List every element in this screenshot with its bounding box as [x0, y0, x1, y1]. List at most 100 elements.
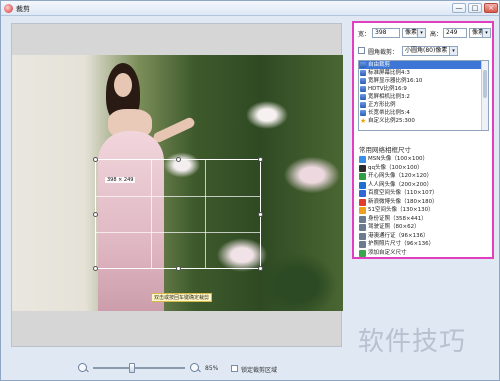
- app-icon: [4, 4, 13, 13]
- common-size-item[interactable]: 驾驶证照（80×62）: [359, 223, 489, 232]
- size-row: 宽： 398 像素 ▾ 高： 249 像素 ▾: [358, 28, 492, 40]
- ratio-item[interactable]: HDTV比例16:9: [359, 85, 488, 93]
- common-size-item[interactable]: 百度空间头像（110×107）: [359, 189, 489, 198]
- common-size-label: 人人网头像（200×200）: [368, 181, 433, 188]
- common-size-item[interactable]: 添加自定义尺寸: [359, 249, 489, 258]
- ratio-item[interactable]: 标准屏幕比例4:3: [359, 69, 488, 77]
- corner-radius-select[interactable]: 小圆角(80)像素 ▾: [402, 46, 458, 56]
- ratio-icon: [360, 110, 366, 116]
- common-size-item[interactable]: 港澳通行证（96×136）: [359, 232, 489, 241]
- chevron-down-icon: ▾: [417, 29, 425, 37]
- common-size-icon: [359, 156, 366, 163]
- round-corner-label: 圆角裁剪：: [368, 49, 399, 56]
- ratio-item[interactable]: 正方形比例: [359, 101, 488, 109]
- crop-settings-panel: 宽： 398 像素 ▾ 高： 249 像素 ▾ 圆角裁剪： 小圆角(80)像素 ▾ 自…: [352, 21, 494, 259]
- width-label: 宽：: [358, 31, 371, 38]
- common-size-item[interactable]: 51空间头像（130×130）: [359, 206, 489, 215]
- common-size-icon: [359, 215, 366, 223]
- common-size-icon: [359, 164, 366, 172]
- common-size-item[interactable]: 护照照片尺寸（96×136）: [359, 240, 489, 249]
- ratio-icon: [360, 102, 366, 108]
- common-size-label: MSN头像（100×100）: [368, 156, 428, 162]
- watermark: 软件技巧: [358, 327, 467, 357]
- ratio-item[interactable]: 长宽帚比比例5:4: [359, 109, 488, 117]
- width-unit-value: 像素: [405, 29, 418, 36]
- ratio-item[interactable]: ★ 自定义比例25:300: [359, 117, 488, 125]
- crop-grid-line: [150, 160, 152, 268]
- ratio-icon: [360, 62, 366, 68]
- common-size-item[interactable]: MSN头像（100×100）: [359, 155, 489, 164]
- ratio-item-label: 标准屏幕比例4:3: [368, 70, 410, 76]
- ratio-item[interactable]: 宽屏相机比例3:2: [359, 93, 488, 101]
- scrollbar-thumb[interactable]: [483, 70, 487, 98]
- common-size-item[interactable]: 新浪微博头像（180×180）: [359, 198, 489, 207]
- crop-window: 裁剪 — □ × 398 × 249 双击或按回车键确定裁剪 85% 锁定裁剪区…: [0, 0, 500, 381]
- height-input[interactable]: 249: [443, 28, 467, 38]
- crop-size-label: 398 × 249: [105, 177, 136, 183]
- common-size-item[interactable]: 开心网头像（120×120）: [359, 172, 489, 181]
- common-size-item[interactable]: 人人网头像（200×200）: [359, 181, 489, 190]
- ratio-list-scrollbar[interactable]: [481, 61, 488, 130]
- ratio-item-label: 宽屏显示器比例16:10: [368, 78, 423, 84]
- width-unit-select[interactable]: 像素 ▾: [402, 28, 426, 38]
- image-canvas[interactable]: 398 × 249 双击或按回车键确定裁剪: [11, 23, 343, 347]
- crop-grid-line: [205, 160, 207, 268]
- common-size-item[interactable]: 身份证照（358×441）: [359, 215, 489, 224]
- aspect-ratio-list[interactable]: 自由裁剪 标准屏幕比例4:3 宽屏显示器比例16:10 HDTV比例16:9 宽屏相机比…: [358, 60, 489, 131]
- common-size-icon: [359, 198, 366, 206]
- width-input[interactable]: 398: [372, 28, 400, 38]
- crop-grid-line: [96, 195, 260, 197]
- round-corner-checkbox[interactable]: [358, 47, 365, 54]
- zoom-slider[interactable]: [93, 363, 185, 373]
- ratio-icon: [360, 86, 366, 92]
- common-size-item[interactable]: qq头像（100×100）: [359, 164, 489, 173]
- zoom-bar: 85% 锁定裁剪区域: [78, 363, 298, 375]
- common-size-icon: [359, 224, 366, 231]
- crop-handle-bottom[interactable]: [176, 266, 181, 271]
- common-size-icon: [359, 190, 366, 197]
- common-size-icon: [359, 241, 366, 248]
- common-size-label: 百度空间头像（110×107）: [368, 190, 438, 196]
- crop-handle-top-left[interactable]: [93, 157, 98, 162]
- star-icon: ★: [360, 117, 367, 125]
- common-size-icon: [359, 181, 366, 189]
- close-button[interactable]: ×: [484, 3, 498, 13]
- crop-selection-box[interactable]: [93, 157, 263, 271]
- crop-handle-bottom-left[interactable]: [93, 266, 98, 271]
- crop-grid-line: [96, 231, 260, 233]
- minimize-button[interactable]: —: [452, 3, 466, 13]
- maximize-button[interactable]: □: [468, 3, 482, 13]
- ratio-item-label: HDTV比例16:9: [368, 86, 407, 92]
- crop-handle-left[interactable]: [93, 212, 98, 217]
- common-size-label: qq头像（100×100）: [368, 164, 423, 171]
- crop-handle-top-right[interactable]: [258, 157, 263, 162]
- zoom-in-icon[interactable]: [190, 363, 199, 372]
- zoom-out-icon[interactable]: [78, 363, 87, 372]
- photo: 398 × 249 双击或按回车键确定裁剪: [12, 55, 343, 311]
- common-size-label: 身份证照（358×441）: [368, 215, 427, 222]
- ratio-item[interactable]: 宽屏显示器比例16:10: [359, 77, 488, 85]
- window-title: 裁剪: [16, 5, 30, 13]
- ratio-item[interactable]: 自由裁剪: [359, 61, 488, 69]
- ratio-icon: [360, 70, 366, 76]
- title-bar: 裁剪 — □ ×: [1, 1, 499, 16]
- crop-handle-top[interactable]: [176, 157, 181, 162]
- crop-handle-bottom-right[interactable]: [258, 266, 263, 271]
- height-unit-select[interactable]: 像素 ▾: [469, 28, 491, 38]
- common-size-icon: [359, 173, 366, 180]
- crop-tip: 双击或按回车键确定裁剪: [151, 293, 213, 302]
- common-size-label: 新浪微博头像（180×180）: [368, 198, 438, 205]
- corner-radius-value: 小圆角(80)像素: [405, 47, 448, 54]
- ratio-icon: [360, 78, 366, 84]
- crop-handle-right[interactable]: [258, 212, 263, 217]
- common-sizes-title: 常用网络相框尺寸: [359, 146, 411, 154]
- subject-face: [114, 73, 132, 97]
- common-size-label: 开心网头像（120×120）: [368, 173, 433, 179]
- corner-row: 圆角裁剪： 小圆角(80)像素 ▾: [358, 45, 492, 57]
- chevron-down-icon: ▾: [482, 29, 490, 37]
- ratio-icon: [360, 94, 366, 100]
- ratio-item-label: 自定义比例25:300: [368, 118, 415, 124]
- lock-crop-checkbox[interactable]: [231, 365, 238, 372]
- ratio-item-label: 正方形比例: [368, 102, 396, 108]
- zoom-slider-thumb[interactable]: [128, 363, 135, 373]
